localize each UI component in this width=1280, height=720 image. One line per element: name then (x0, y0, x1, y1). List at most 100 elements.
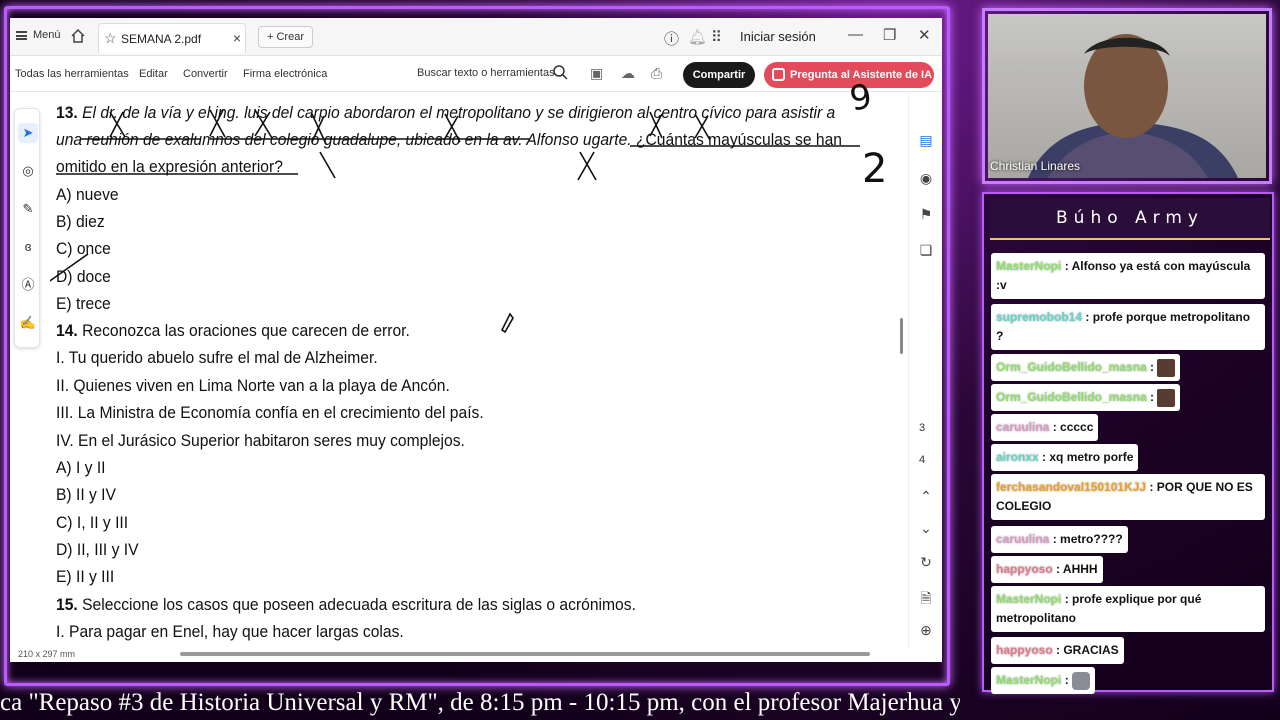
q15-number: 15. (56, 595, 78, 614)
q14-option: C) I, II y III (56, 513, 129, 532)
maximize-icon[interactable]: ❐ (883, 26, 896, 44)
q13-text-1: El dr. de la vía y el ing. luis del carp… (82, 103, 836, 122)
draw-freehand-icon[interactable]: ɞ (18, 237, 38, 257)
chat-username: supremobob14 (996, 310, 1083, 324)
chat-message: MasterNopi : Alfonso ya está con mayúscu… (991, 253, 1265, 299)
pages-icon[interactable]: ❏ (917, 242, 935, 260)
text-select-icon[interactable]: Ⓐ (18, 275, 38, 295)
chat-username: MasterNopi (996, 592, 1062, 606)
q15-text: Seleccione los casos que poseen adecuada… (82, 595, 636, 614)
chat-text: : (1150, 360, 1155, 374)
chevron-down-icon[interactable]: ⌄ (917, 520, 935, 538)
q13-line-1: 13. El dr. de la vía y el ing. luis del … (56, 103, 835, 123)
select-cursor-icon[interactable]: ➤ (18, 123, 38, 143)
star-icon[interactable]: ☆ (104, 30, 117, 47)
ai-sparkle-icon (772, 68, 785, 81)
bookmark-icon[interactable]: ⚑ (917, 206, 935, 224)
chat-message: MasterNopi : profe explique por qué metr… (991, 586, 1265, 632)
comment-panel-icon[interactable]: ◉ (917, 170, 935, 188)
signin-button[interactable]: Iniciar sesión (740, 29, 816, 44)
q13-number: 13. (56, 103, 78, 122)
hamburger-icon (16, 30, 27, 40)
left-tools-panel: ➤ ◎ ✎ ɞ Ⓐ ✍ (14, 108, 40, 348)
share-button[interactable]: Compartir (683, 62, 755, 88)
close-tab-icon[interactable]: × (233, 30, 241, 46)
edit-menu[interactable]: Editar (139, 68, 168, 80)
q13-text-2b: ¿Cuántas mayúsculas se han (631, 130, 842, 149)
q14-option: E) II y III (56, 567, 115, 586)
chat-username: Orm_GuidoBellido_masna (996, 390, 1147, 404)
ai-panel-icon[interactable]: ▤ (917, 132, 935, 150)
chat-username: happyoso (996, 562, 1053, 576)
chat-text: : xq metro porfe (1042, 450, 1134, 464)
chat-message: aironxx : xq metro porfe (991, 444, 1139, 471)
chevron-up-icon[interactable]: ⌃ (917, 488, 935, 506)
chat-message: supremobob14 : profe porque metropolitan… (991, 304, 1265, 350)
chat-message: MasterNopi : (991, 667, 1096, 694)
page-number-current[interactable]: 3 (919, 422, 925, 434)
q13-line-2: una reunión de exalumnos del colegio gua… (56, 130, 842, 150)
save-icon[interactable]: ▣ (590, 65, 603, 82)
presenter-silhouette (1028, 34, 1238, 178)
vertical-scrollbar[interactable] (900, 318, 903, 354)
q15-heading: 15. Seleccione los casos que poseen adec… (56, 595, 636, 615)
bell-icon[interactable]: 🔔︎ (688, 28, 707, 46)
pen-cursor (500, 312, 514, 334)
q14-option: D) II, III y IV (56, 540, 139, 559)
file-icon[interactable]: 🗎︎ (917, 588, 935, 606)
q14-number: 14. (56, 321, 78, 340)
sign-icon[interactable]: ✍ (18, 313, 38, 333)
chat-username: aironxx (996, 450, 1039, 464)
pdf-viewer-window: Menú ☆ SEMANA 2.pdf × + Crear ⓘ 🔔︎ ⠿ Ini… (10, 18, 942, 662)
refresh-icon[interactable]: ↻ (917, 554, 935, 572)
chat-title: Búho Army (990, 198, 1270, 240)
minimize-icon[interactable]: — (848, 26, 863, 43)
q14-item: III. La Ministra de Economía confía en e… (56, 403, 484, 422)
comment-icon[interactable]: ◎ (18, 161, 38, 181)
close-window-icon[interactable]: ✕ (918, 26, 931, 44)
chat-message: happyoso : GRACIAS (991, 637, 1124, 664)
pdf-page: 13. El dr. de la vía y el ing. luis del … (50, 76, 900, 648)
right-rail: ▤ ◉ ⚑ ❏ 3 4 ⌃ ⌄ ↻ 🗎︎ ⊕ ⊖ (908, 92, 942, 662)
zoom-in-icon[interactable]: ⊕ (917, 622, 935, 640)
q13-line-3: omitido en la expresión anterior? (56, 157, 283, 176)
all-tools-menu[interactable]: Todas las herramientas (15, 68, 129, 80)
q15-item: I. Para pagar en Enel, hay que hacer lar… (56, 622, 404, 641)
tab-title: SEMANA 2.pdf (121, 32, 202, 46)
esign-menu[interactable]: Firma electrónica (243, 68, 327, 80)
main-toolbar: Todas las herramientas Editar Convertir … (10, 56, 942, 92)
chat-username: caruulina (996, 532, 1050, 546)
q13-text-2: una reunión de exalumnos del colegio gua… (56, 130, 632, 149)
apps-grid-icon[interactable]: ⠿ (711, 28, 722, 46)
cross-mark (319, 151, 336, 179)
help-icon[interactable]: ⓘ (664, 28, 679, 49)
pencil-icon[interactable]: ✎ (18, 199, 38, 219)
create-button[interactable]: + Crear (258, 26, 313, 48)
annotation-number-2: 2 (862, 146, 888, 192)
home-icon[interactable] (70, 28, 86, 44)
q13-option: D) doce (56, 267, 111, 286)
search-icon[interactable] (552, 64, 568, 80)
chat-text: : (1150, 390, 1155, 404)
chat-username: MasterNopi (996, 673, 1062, 687)
webcam-feed (988, 14, 1266, 178)
title-bar: Menú ☆ SEMANA 2.pdf × + Crear ⓘ 🔔︎ ⠿ Ini… (10, 18, 942, 56)
chat-text: : (1064, 673, 1069, 687)
chat-message: Orm_GuidoBellido_masna : (991, 384, 1181, 411)
q13-option: A) nueve (56, 185, 119, 204)
chat-username: Orm_GuidoBellido_masna (996, 360, 1147, 374)
page-number-next[interactable]: 4 (919, 454, 925, 466)
menu-button[interactable]: Menú (16, 29, 61, 41)
print-icon[interactable]: ⎙ (651, 65, 662, 82)
tab-semana-2[interactable]: ☆ SEMANA 2.pdf × (98, 23, 246, 53)
chat-username: ferchasandoval150101KJJ (996, 480, 1147, 494)
search-tools-field[interactable]: Buscar texto o herramientas (417, 67, 555, 79)
cat-emote-icon (1072, 671, 1091, 690)
cross-mark (577, 151, 597, 181)
chat-text: : GRACIAS (1056, 643, 1119, 657)
horizontal-scrollbar[interactable] (180, 652, 870, 656)
upload-cloud-icon[interactable]: ☁ (621, 65, 635, 82)
convert-menu[interactable]: Convertir (183, 68, 228, 80)
chat-text: : metro???? (1052, 532, 1123, 546)
chat-message: caruulina : ccccc (991, 414, 1099, 441)
